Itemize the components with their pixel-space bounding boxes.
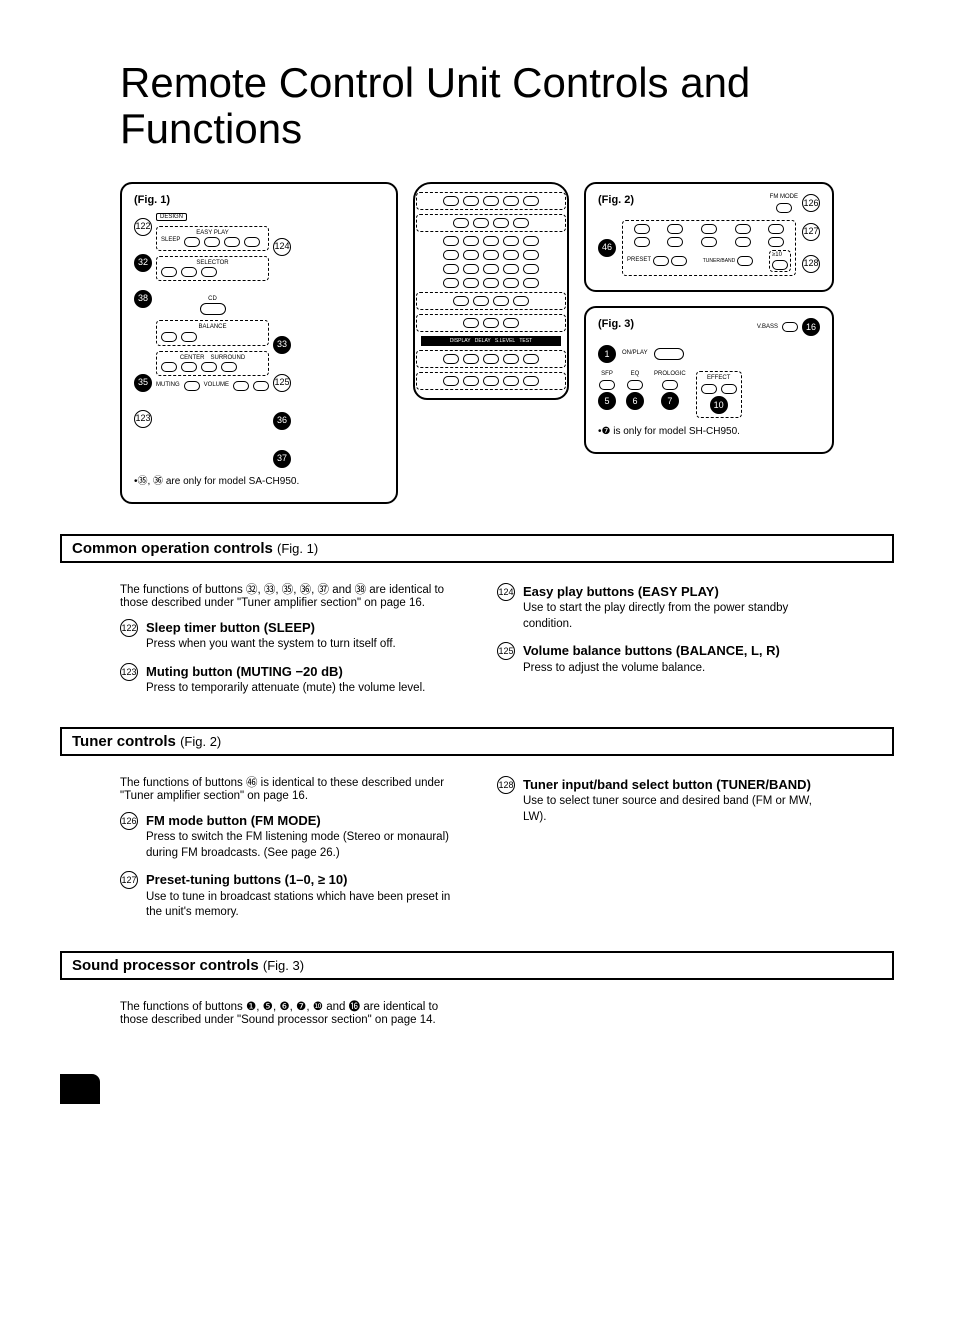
callout-128: 128 [802,255,820,273]
figure-1: (Fig. 1) 122 32 38 35 123 DESIGN EASY PL… [120,182,398,503]
figure-3-note: •❼ is only for model SH-CH950. [598,426,820,438]
label-sleep: SLEEP [161,237,180,247]
entry-126: 126 FM mode button (FM MODE)Press to swi… [120,812,457,862]
label-cd: CD [156,296,269,303]
section-common-heading: Common operation controls (Fig. 1) [60,534,894,563]
callout-32: 32 [134,254,152,272]
entry-128: 128 Tuner input/band select button (TUNE… [497,776,834,826]
common-intro: The functions of buttons ㉜, ㉝, ㉟, ㊱, ㊲ a… [120,581,457,609]
sound-intro: The functions of buttons ❶, ❺, ❻, ❼, ❿ a… [120,998,457,1026]
label-fmmode: FM MODE [770,194,798,200]
label-tunerband: TUNER/BAND [703,258,736,264]
btn [224,237,240,247]
figure-2-label: (Fig. 2) [598,194,634,207]
figure-3-label: (Fig. 3) [598,318,634,331]
entry-124: 124 Easy play buttons (EASY PLAY)Use to … [497,583,834,633]
label-vbass: V.BASS [757,324,778,331]
label-z10: ≥10 [772,252,782,258]
figure-1-label: (Fig. 1) [134,194,384,207]
btn [184,237,200,247]
entry-125: 125 Volume balance buttons (BALANCE, L, … [497,642,834,676]
callout-1: 1 [598,345,616,363]
entry-123: 123 Muting button (MUTING −20 dB)Press t… [120,663,457,697]
label-eq: EQ [631,371,640,378]
btn [200,303,226,315]
callout-124: 124 [273,238,291,256]
selector-group: SELECTOR [156,256,269,281]
callout-6: 6 [626,392,644,410]
callout-38: 38 [134,290,152,308]
callout-123: 123 [134,410,152,428]
callout-37: 37 [273,450,291,468]
entry-122: 122 Sleep timer button (SLEEP)Press when… [120,619,457,653]
design-badge: DESIGN [156,213,187,221]
label-surround: SURROUND [211,355,246,362]
label-effect: EFFECT [707,375,730,382]
figure-1-note: •㉟, ㊱ are only for model SA-CH950. [134,476,384,488]
remote-full: DISPLAY DELAY S.LEVEL TEST [413,182,569,400]
section-sound-heading: Sound processor controls (Fig. 3) [60,951,894,980]
label-volume: VOLUME [204,382,229,389]
callout-36: 36 [273,412,291,430]
label-center: CENTER [180,355,205,362]
balance-group: BALANCE [156,320,269,345]
label-muting: MUTING [156,382,180,389]
label-preset: PRESET [627,257,651,264]
callout-46: 46 [598,239,616,257]
remote-display: DISPLAY DELAY S.LEVEL TEST [421,336,561,346]
callout-7: 7 [661,392,679,410]
figure-3: (Fig. 3) V.BASS 16 1 ON/PLAY SFP 5 [584,306,834,454]
btn [204,237,220,247]
label-selector: SELECTOR [161,260,264,267]
label-sfp: SFP [601,371,613,378]
callout-5: 5 [598,392,616,410]
center-surround-group: CENTER SURROUND [156,351,269,376]
label-prologic: PROLOGIC [654,371,686,378]
callout-33: 33 [273,336,291,354]
callout-122: 122 [134,218,152,236]
callout-10: 10 [710,396,728,414]
callout-16: 16 [802,318,820,336]
page-title: Remote Control Unit Controls and Functio… [120,60,894,152]
tuner-intro: The functions of buttons ㊻ is identical … [120,774,457,802]
figure-2: (Fig. 2) FM MODE 126 46 PRESET TUNER/BAN… [584,182,834,291]
page-corner-mark [60,1074,100,1104]
label-onplay: ON/PLAY [622,350,648,357]
callout-35: 35 [134,374,152,392]
callout-127: 127 [802,223,820,241]
callout-125: 125 [273,374,291,392]
callout-126: 126 [802,194,820,212]
easyplay-group: EASY PLAY SLEEP [156,226,269,251]
section-tuner-heading: Tuner controls (Fig. 2) [60,727,894,756]
label-easyplay: EASY PLAY [161,230,264,237]
figures-row: (Fig. 1) 122 32 38 35 123 DESIGN EASY PL… [120,182,834,503]
entry-127: 127 Preset-tuning buttons (1–0, ≥ 10)Use… [120,871,457,921]
btn [244,237,260,247]
label-balance: BALANCE [161,324,264,331]
